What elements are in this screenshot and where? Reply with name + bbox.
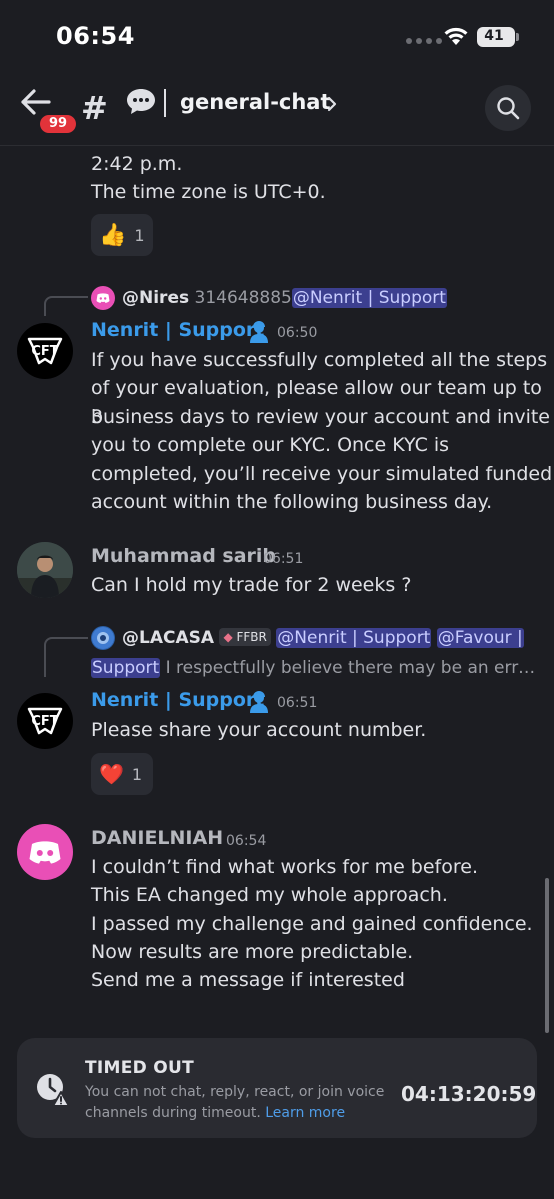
- guild-tag: ◆ FFBR: [219, 628, 271, 646]
- message-line: completed, you’ll receive your simulated…: [91, 463, 553, 485]
- reply-text: I respectfully believe there may be an e…: [165, 658, 536, 678]
- message-line: 2:42 p.m.: [91, 153, 183, 175]
- cellular-signal-icon: [406, 38, 442, 44]
- channel-name[interactable]: general-chat: [180, 90, 331, 114]
- staff-icon: [250, 691, 268, 713]
- reply-avatar-discord-icon: [91, 286, 115, 310]
- reply-preview[interactable]: @Nires 314648885@Nenrit | Support: [122, 286, 447, 310]
- reply-mention: @Nenrit | Support: [291, 288, 447, 308]
- reaction-count: 1: [131, 764, 143, 784]
- search-icon: [497, 97, 520, 120]
- guild-tag-text: FFBR: [236, 630, 267, 644]
- reaction-count: 1: [134, 225, 145, 245]
- channel-header: 99 # general-chat: [0, 70, 554, 146]
- discord-logo-icon: [29, 841, 61, 864]
- reply-mention: @Favour |: [436, 628, 524, 648]
- reply-author: @LACASA: [122, 628, 215, 648]
- message-line: you to complete our KYC. Once KYC is: [91, 434, 450, 456]
- message-line: If you have successfully completed all t…: [91, 349, 548, 371]
- user-photo: [17, 542, 73, 598]
- reaction-thumbs-up[interactable]: 👍 1: [91, 214, 153, 256]
- unread-badge: 99: [38, 113, 78, 135]
- timeout-description: You can not chat, reply, react, or join …: [85, 1082, 395, 1124]
- learn-more-link[interactable]: Learn more: [265, 1105, 345, 1121]
- timeout-notice: TIMED OUT You can not chat, reply, react…: [17, 1038, 537, 1138]
- heart-icon: ❤️: [99, 762, 124, 786]
- scrollbar[interactable]: [545, 878, 549, 1033]
- back-arrow-icon: [21, 89, 51, 115]
- message-time: 06:51: [263, 551, 304, 567]
- message-time: 06:54: [226, 833, 267, 849]
- header-divider: [164, 89, 166, 117]
- author-name[interactable]: Nenrit | Support: [91, 319, 264, 341]
- reaction-heart[interactable]: ❤️ 1: [91, 753, 153, 795]
- wifi-icon: [444, 27, 468, 45]
- chat-bubble-icon: [127, 89, 155, 114]
- status-time: 06:54: [56, 22, 135, 50]
- author-name[interactable]: DANIELNIAH: [91, 827, 223, 849]
- timeout-title: TIMED OUT: [85, 1058, 195, 1078]
- battery-level: 41: [484, 28, 504, 44]
- reply-connector: [44, 637, 88, 677]
- cft-logo-icon: CFT: [27, 707, 63, 735]
- message-line: Can I hold my trade for 2 weeks ?: [91, 574, 412, 596]
- gem-icon: ◆: [223, 630, 233, 644]
- message-line: I passed my challenge and gained confide…: [91, 913, 533, 935]
- reply-text: 314648885: [194, 288, 292, 308]
- message-line: The time zone is UTC+0.: [91, 181, 326, 203]
- message-line: I couldn’t find what works for me before…: [91, 856, 478, 878]
- author-name[interactable]: Nenrit | Support: [91, 689, 264, 711]
- status-bar: 06:54 41: [0, 0, 554, 70]
- message-line: business days to review your account and…: [91, 406, 550, 428]
- reply-author: @Nires: [122, 288, 190, 308]
- message-line: Now results are more predictable.: [91, 941, 414, 963]
- reply-connector: [44, 296, 88, 316]
- author-name[interactable]: Muhammad sarib: [91, 545, 276, 567]
- reply-mention: @Nenrit | Support: [276, 628, 432, 648]
- battery-icon: 41: [477, 27, 515, 47]
- message-line: Send me a message if interested: [91, 969, 405, 991]
- channel-hash-icon: #: [81, 89, 108, 127]
- message-line: This EA changed my whole approach.: [91, 884, 448, 906]
- message-line: account within the following business da…: [91, 491, 493, 513]
- timeout-countdown: 04:13:20:59: [401, 1082, 537, 1106]
- svg-text:CFT: CFT: [31, 714, 58, 729]
- avatar-nenrit-support[interactable]: CFT: [17, 693, 73, 749]
- chevron-right-icon[interactable]: [327, 96, 337, 112]
- reply-preview-line2[interactable]: Support I respectfully believe there may…: [91, 656, 535, 680]
- reply-avatar-lacasa: [91, 626, 115, 650]
- avatar-muhammad-sarib[interactable]: [17, 542, 73, 598]
- message-line: Please share your account number.: [91, 719, 427, 741]
- timeout-clock-icon: [37, 1074, 70, 1107]
- reply-preview[interactable]: @LACASA ◆ FFBR @Nenrit | Support @Favour…: [122, 626, 524, 650]
- battery-cap: [516, 33, 519, 41]
- message-time: 06:50: [277, 325, 318, 341]
- thumbs-up-icon: 👍: [99, 222, 127, 248]
- staff-icon: [250, 321, 268, 343]
- svg-text:CFT: CFT: [31, 344, 58, 359]
- avatar-nenrit-support[interactable]: CFT: [17, 323, 73, 379]
- search-button[interactable]: [485, 85, 531, 131]
- reply-mention: Support: [91, 658, 161, 678]
- message-time: 06:51: [277, 695, 318, 711]
- avatar-danielniah[interactable]: [17, 824, 73, 880]
- cft-logo-icon: CFT: [27, 337, 63, 365]
